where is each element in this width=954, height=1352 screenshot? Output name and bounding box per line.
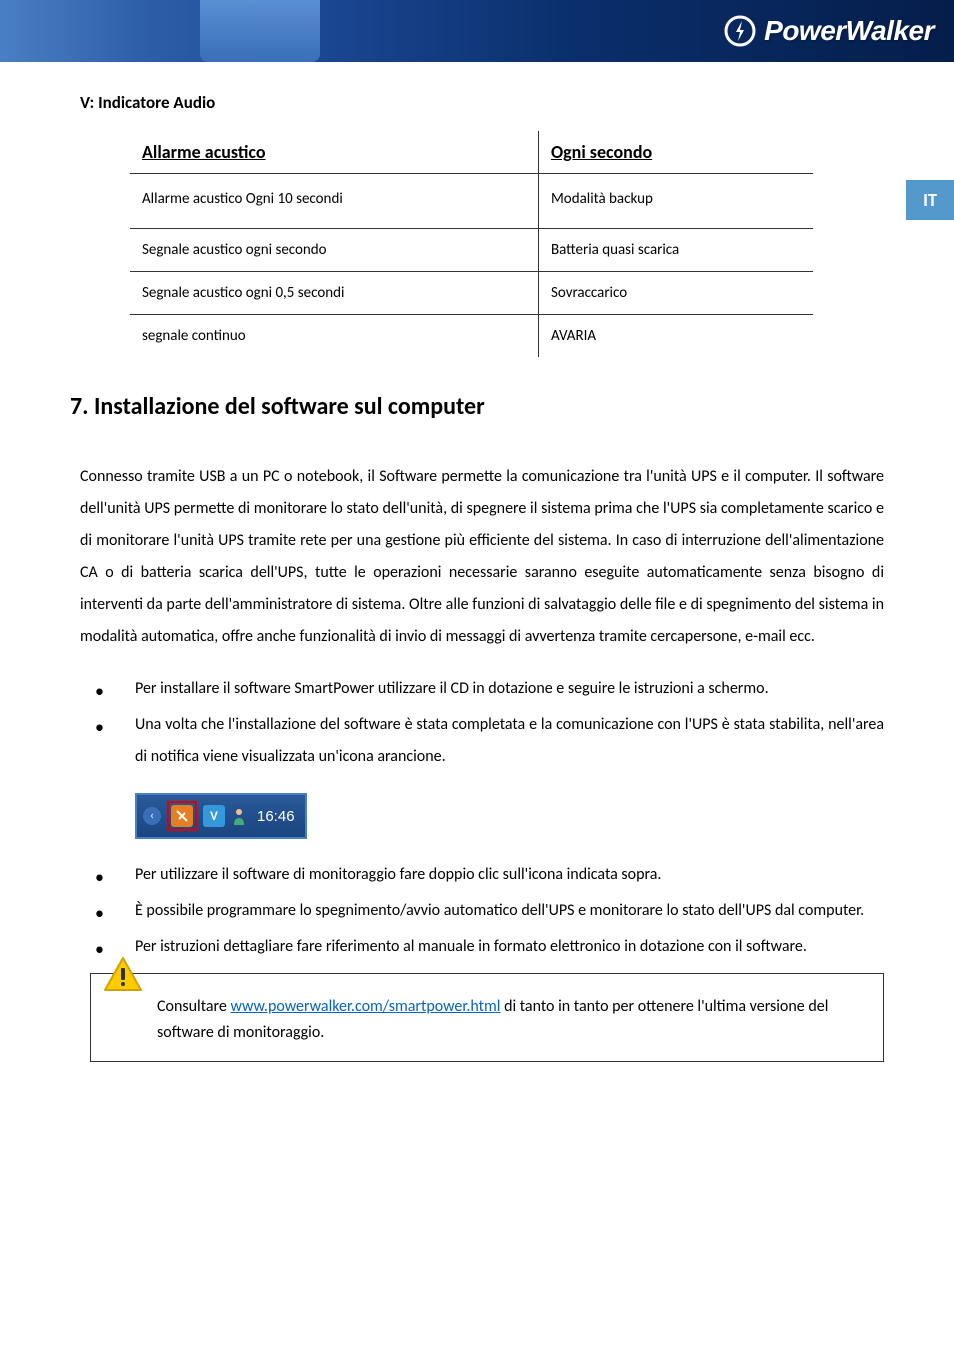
list-item: È possibile programmare lo spegnimento/a…: [80, 895, 884, 927]
table-cell: AVARIA: [538, 315, 813, 358]
list-item: Una volta che l'installazione del softwa…: [80, 709, 884, 773]
table-cell: segnale continuo: [130, 315, 538, 358]
person-tray-icon: [231, 807, 247, 825]
list-item: Per istruzioni dettagliare fare riferime…: [80, 931, 884, 963]
brand-text: PowerWalker: [764, 15, 934, 47]
table-cell: Sovraccarico: [538, 272, 813, 315]
table-cell: Batteria quasi scarica: [538, 229, 813, 272]
table-row: Segnale acustico ogni secondo Batteria q…: [130, 229, 813, 272]
header-bar: PowerWalker: [0, 0, 954, 62]
table-header-right: Ogni secondo: [538, 131, 813, 174]
highlighted-tray-icon: [167, 801, 197, 831]
tray-clock: 16:46: [257, 808, 295, 825]
brand-icon: [724, 15, 756, 47]
table-cell: Allarme acustico Ogni 10 secondi: [130, 174, 538, 229]
audio-indicator-table: Allarme acustico Ogni secondo Allarme ac…: [130, 131, 813, 357]
list-item: Per utilizzare il software di monitoragg…: [80, 859, 884, 891]
tray-expand-icon: ‹: [143, 807, 161, 825]
section-title: 7. Installazione del software sul comput…: [70, 392, 884, 421]
subsection-title: V: Indicatore Audio: [80, 92, 884, 113]
note-box: Consultare www.powerwalker.com/smartpowe…: [90, 973, 884, 1062]
table-row: segnale continuo AVARIA: [130, 315, 813, 358]
table-cell: Modalità backup: [538, 174, 813, 229]
warning-icon: [103, 956, 143, 992]
system-tray-screenshot: ‹ V 16:46: [135, 793, 307, 839]
note-prefix: Consultare: [157, 997, 230, 1016]
table-row: Allarme acustico Ogni 10 secondi Modalit…: [130, 174, 813, 229]
table-cell: Segnale acustico ogni secondo: [130, 229, 538, 272]
note-link[interactable]: www.powerwalker.com/smartpower.html: [230, 997, 500, 1016]
language-tab: IT: [906, 180, 954, 220]
table-header-left: Allarme acustico: [130, 131, 538, 174]
table-cell: Segnale acustico ogni 0,5 secondi: [130, 272, 538, 315]
orange-tray-icon: [171, 805, 193, 827]
bullet-list-top: Per installare il software SmartPower ut…: [80, 673, 884, 773]
bullet-list-bottom: Per utilizzare il software di monitoragg…: [80, 859, 884, 963]
blue-tray-icon: V: [203, 805, 225, 827]
list-item: Per installare il software SmartPower ut…: [80, 673, 884, 705]
header-tab-shape: [200, 0, 320, 62]
note-text: Consultare www.powerwalker.com/smartpowe…: [107, 994, 867, 1045]
brand-logo: PowerWalker: [724, 15, 934, 47]
table-row: Segnale acustico ogni 0,5 secondi Sovrac…: [130, 272, 813, 315]
body-paragraph: Connesso tramite USB a un PC o notebook,…: [80, 461, 884, 653]
